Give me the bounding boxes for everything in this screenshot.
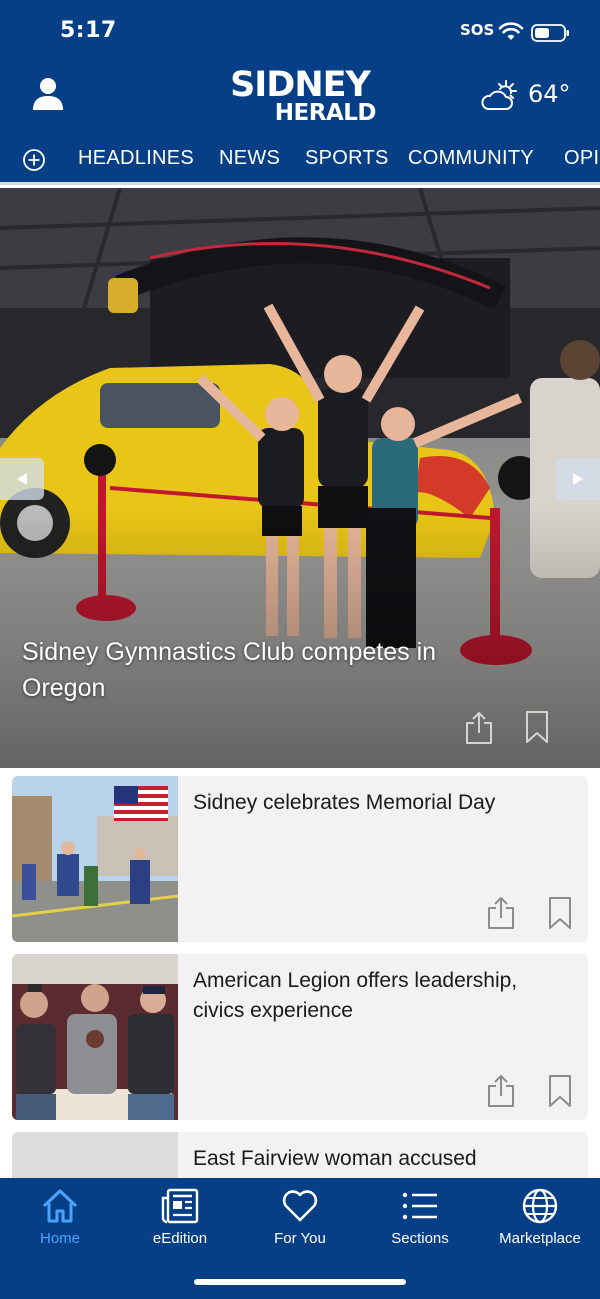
story-thumbnail <box>12 776 178 942</box>
home-icon <box>42 1189 78 1223</box>
share-icon[interactable] <box>486 896 516 930</box>
tab-for-you[interactable]: For You <box>240 1186 360 1256</box>
story-card[interactable]: Sidney celebrates Memorial Day <box>12 776 588 942</box>
tab-home-label: Home <box>39 1230 80 1247</box>
status-time: 5:17 <box>60 18 117 43</box>
share-icon[interactable] <box>464 711 494 745</box>
carousel-prev-button[interactable] <box>0 458 44 500</box>
hero-title[interactable]: Sidney Gymnastics Club competes in Orego… <box>22 634 482 706</box>
logo-line-2: HERALD <box>274 100 377 126</box>
bookmark-icon[interactable] <box>547 896 573 930</box>
tab-community[interactable]: COMMUNITY <box>408 147 534 170</box>
battery-icon <box>531 24 569 42</box>
globe-icon <box>522 1188 558 1224</box>
bookmark-icon[interactable] <box>524 710 550 744</box>
app-root: 5:17 SOS SIDNEY HERALD 64° HEADLINES NEW… <box>0 0 600 1299</box>
tab-headlines[interactable]: HEADLINES <box>78 147 194 170</box>
hero-story[interactable]: Sidney Gymnastics Club competes in Orego… <box>0 188 600 768</box>
tab-news[interactable]: NEWS <box>219 147 280 170</box>
tab-opinion[interactable]: OPI <box>564 147 599 170</box>
arrow-left-icon <box>17 473 27 485</box>
home-indicator[interactable] <box>194 1279 406 1285</box>
temperature[interactable]: 64° <box>528 80 571 108</box>
add-section-icon[interactable] <box>22 148 46 172</box>
newspaper-icon <box>161 1188 199 1224</box>
account-icon[interactable] <box>32 77 64 111</box>
tab-eedition[interactable]: eEdition <box>120 1186 240 1256</box>
sidney-herald-logo[interactable]: SIDNEY HERALD <box>222 67 378 127</box>
carrier-label: SOS <box>460 21 495 39</box>
partly-cloudy-icon[interactable] <box>480 79 520 113</box>
tab-sections-label: Sections <box>391 1230 449 1247</box>
status-bar: 5:17 SOS <box>0 0 600 62</box>
wifi-icon <box>498 22 524 40</box>
tab-eedition-label: eEdition <box>152 1230 208 1247</box>
list-icon <box>402 1192 437 1220</box>
tab-marketplace-label: Marketplace <box>499 1230 581 1247</box>
share-icon[interactable] <box>486 1074 516 1108</box>
carousel-next-button[interactable] <box>556 458 600 500</box>
arrow-right-icon <box>573 473 583 485</box>
story-title[interactable]: East Fairview woman accused <box>193 1144 573 1174</box>
tab-for-you-label: For You <box>274 1230 326 1247</box>
tab-sections[interactable]: Sections <box>360 1186 480 1256</box>
tab-home[interactable]: Home <box>0 1186 120 1256</box>
story-thumbnail <box>12 954 178 1120</box>
heart-icon <box>282 1190 318 1222</box>
story-title[interactable]: Sidney celebrates Memorial Day <box>193 788 573 818</box>
logo-line-1: SIDNEY <box>230 65 371 105</box>
tab-sports[interactable]: SPORTS <box>305 147 389 170</box>
section-nav: HEADLINES NEWS SPORTS COMMUNITY OPI <box>0 138 600 185</box>
story-card[interactable]: American Legion offers leadership, civic… <box>12 954 588 1120</box>
app-header: SIDNEY HERALD 64° <box>0 62 600 138</box>
bookmark-icon[interactable] <box>547 1074 573 1108</box>
story-title[interactable]: American Legion offers leadership, civic… <box>193 966 573 1026</box>
tab-marketplace[interactable]: Marketplace <box>480 1186 600 1256</box>
